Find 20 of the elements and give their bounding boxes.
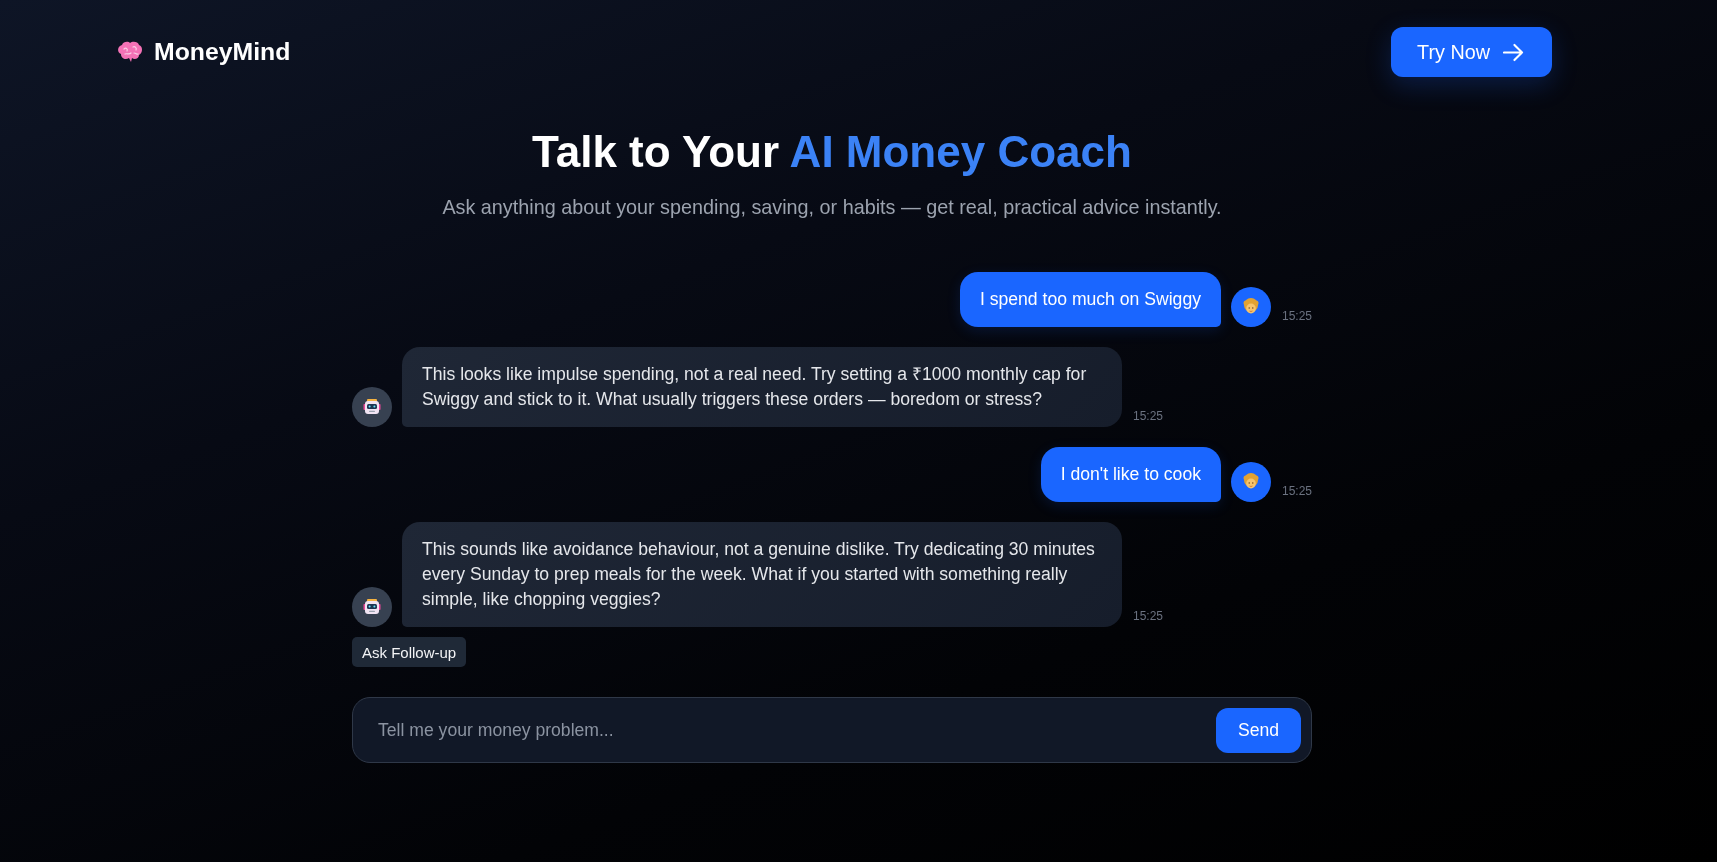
message-time: 15:25 — [1281, 484, 1312, 498]
person-avatar-icon — [1230, 462, 1271, 502]
assistant-message: This sounds like avoidance behaviour, not a genuine dislike. Try dedicating 30 minutes every Sunday to prep meals for the week. What if you started with something really simple, like chopping veggies? — [402, 522, 1122, 627]
robot-avatar-icon — [352, 387, 392, 427]
page-title: Talk to Your AI Money Coach — [531, 126, 1133, 178]
user-message: I spend too much on Swiggy — [959, 272, 1221, 327]
user-message: I don't like to cook — [1040, 447, 1221, 502]
brain-icon — [117, 41, 143, 63]
send-button[interactable]: Send — [1215, 708, 1301, 753]
try-now-button[interactable]: Try Now — [1391, 27, 1552, 77]
robot-avatar-icon — [352, 587, 392, 627]
message-time: 15:25 — [1133, 609, 1164, 623]
page-subtitle: Ask anything about your spending, saving, or habits — get real, practical advice instantly. — [441, 195, 1223, 220]
person-avatar-icon — [1230, 287, 1271, 327]
assistant-message: This looks like impulse spending, not a real need. Try setting a ₹1000 monthly cap for Swiggy and stick to it. What usually triggers these orders — boredom or stress? — [402, 347, 1122, 427]
arrow-right-icon — [1503, 42, 1524, 62]
ask-follow-up-button[interactable]: Ask Follow-up — [352, 637, 467, 667]
message-time: 15:25 — [1133, 409, 1164, 423]
brand-name: MoneyMind — [154, 38, 291, 66]
message-time: 15:25 — [1281, 309, 1312, 323]
